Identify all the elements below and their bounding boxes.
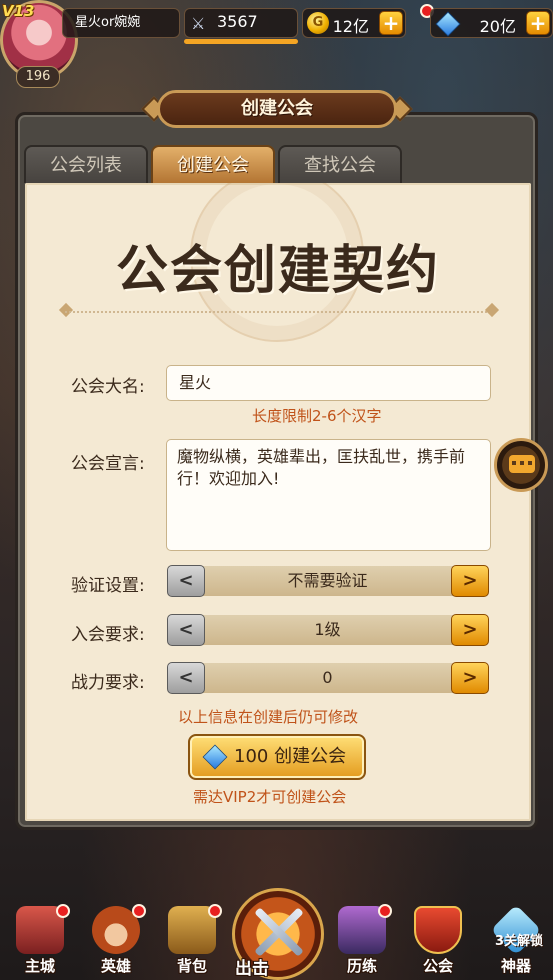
player-level-badge: 196 xyxy=(16,66,60,88)
nav-label: 神器 xyxy=(500,957,531,975)
editable-note: 以上信息在创建后仍可修改 xyxy=(178,708,359,726)
gold-currency: G 12亿 + xyxy=(302,8,406,38)
vip-level: V13 xyxy=(2,2,35,20)
player-name: 星火or婉婉 xyxy=(62,8,180,38)
nav-guild[interactable]: 公会 xyxy=(402,900,474,980)
chat-button[interactable] xyxy=(494,438,548,492)
divider-node-left xyxy=(58,302,74,318)
nav-label: 公会 xyxy=(422,957,453,975)
nav-label: 主城 xyxy=(24,957,55,975)
window-title: 创建公会 xyxy=(157,90,397,128)
nav-artifact[interactable]: 3关解锁 神器 xyxy=(480,900,552,980)
tab-guild-list[interactable]: 公会列表 xyxy=(24,145,148,183)
power-requirement-value: 0 xyxy=(185,663,470,693)
nav-label: 出击 xyxy=(235,959,269,979)
power-progress-fill xyxy=(184,39,298,44)
manifesto-textarea[interactable]: 魔物纵横，英雄辈出，匡扶乱世，携手前行！欢迎加入! xyxy=(166,439,491,551)
chat-dots xyxy=(512,461,532,465)
divider-node-right xyxy=(484,302,500,318)
guild-name-label: 公会大名: xyxy=(71,377,145,397)
verify-prev-button[interactable]: < xyxy=(167,565,205,597)
gem-currency: 20亿 + xyxy=(430,8,553,38)
vip-requirement-note: 需达VIP2才可创建公会 xyxy=(193,788,347,806)
name-length-hint: 长度限制2-6个汉字 xyxy=(252,407,382,425)
gem-icon xyxy=(202,744,228,770)
join-prev-button[interactable]: < xyxy=(167,614,205,646)
power-requirement-label: 战力要求: xyxy=(71,673,145,693)
verify-next-button[interactable]: > xyxy=(451,565,489,597)
power-next-button[interactable]: > xyxy=(451,662,489,694)
nav-backpack[interactable]: 背包 xyxy=(156,900,228,980)
gem-icon xyxy=(435,11,461,37)
nav-main-city[interactable]: 主城 xyxy=(4,900,76,980)
gold-coin-icon: G xyxy=(307,12,329,34)
tab-find-guild[interactable]: 查找公会 xyxy=(278,145,402,183)
notification-badge xyxy=(378,904,392,918)
guild-shield-icon xyxy=(414,906,462,954)
verify-value: 不需要验证 xyxy=(185,566,470,596)
manifesto-label: 公会宣言: xyxy=(71,454,145,474)
join-requirement-label: 入会要求: xyxy=(71,625,145,645)
join-requirement-value: 1级 xyxy=(185,615,470,645)
verify-label: 验证设置: xyxy=(71,576,145,596)
nav-label: 英雄 xyxy=(100,957,131,975)
guild-name-input[interactable]: 星火 xyxy=(166,365,491,401)
create-guild-label: 100 创建公会 xyxy=(234,746,347,767)
add-gems-button[interactable]: + xyxy=(526,11,550,35)
nav-label: 历练 xyxy=(346,957,377,975)
nav-training[interactable]: 历练 xyxy=(326,900,398,980)
contract-heading: 公会创建契约 xyxy=(115,241,440,301)
combat-power-value: 3567 xyxy=(217,12,258,31)
nav-heroes[interactable]: 英雄 xyxy=(80,900,152,980)
nav-label: 背包 xyxy=(176,957,207,975)
combat-power: ⚔ 3567 xyxy=(184,8,298,38)
add-gold-button[interactable]: + xyxy=(379,11,403,35)
divider xyxy=(65,311,491,313)
join-next-button[interactable]: > xyxy=(451,614,489,646)
power-prev-button[interactable]: < xyxy=(167,662,205,694)
notification-badge xyxy=(208,904,222,918)
notification-badge xyxy=(132,904,146,918)
nav-attack[interactable]: 出击 xyxy=(232,888,324,980)
power-progress-bar xyxy=(184,39,298,44)
crossed-swords-icon: ⚔ xyxy=(191,14,206,33)
notification-badge xyxy=(56,904,70,918)
create-guild-button[interactable]: 100 创建公会 xyxy=(188,734,366,780)
unlock-requirement: 3关解锁 xyxy=(494,934,544,949)
gold-amount: 12亿 xyxy=(332,17,369,36)
tab-create-guild[interactable]: 创建公会 xyxy=(151,145,275,183)
gem-amount: 20亿 xyxy=(479,17,516,36)
